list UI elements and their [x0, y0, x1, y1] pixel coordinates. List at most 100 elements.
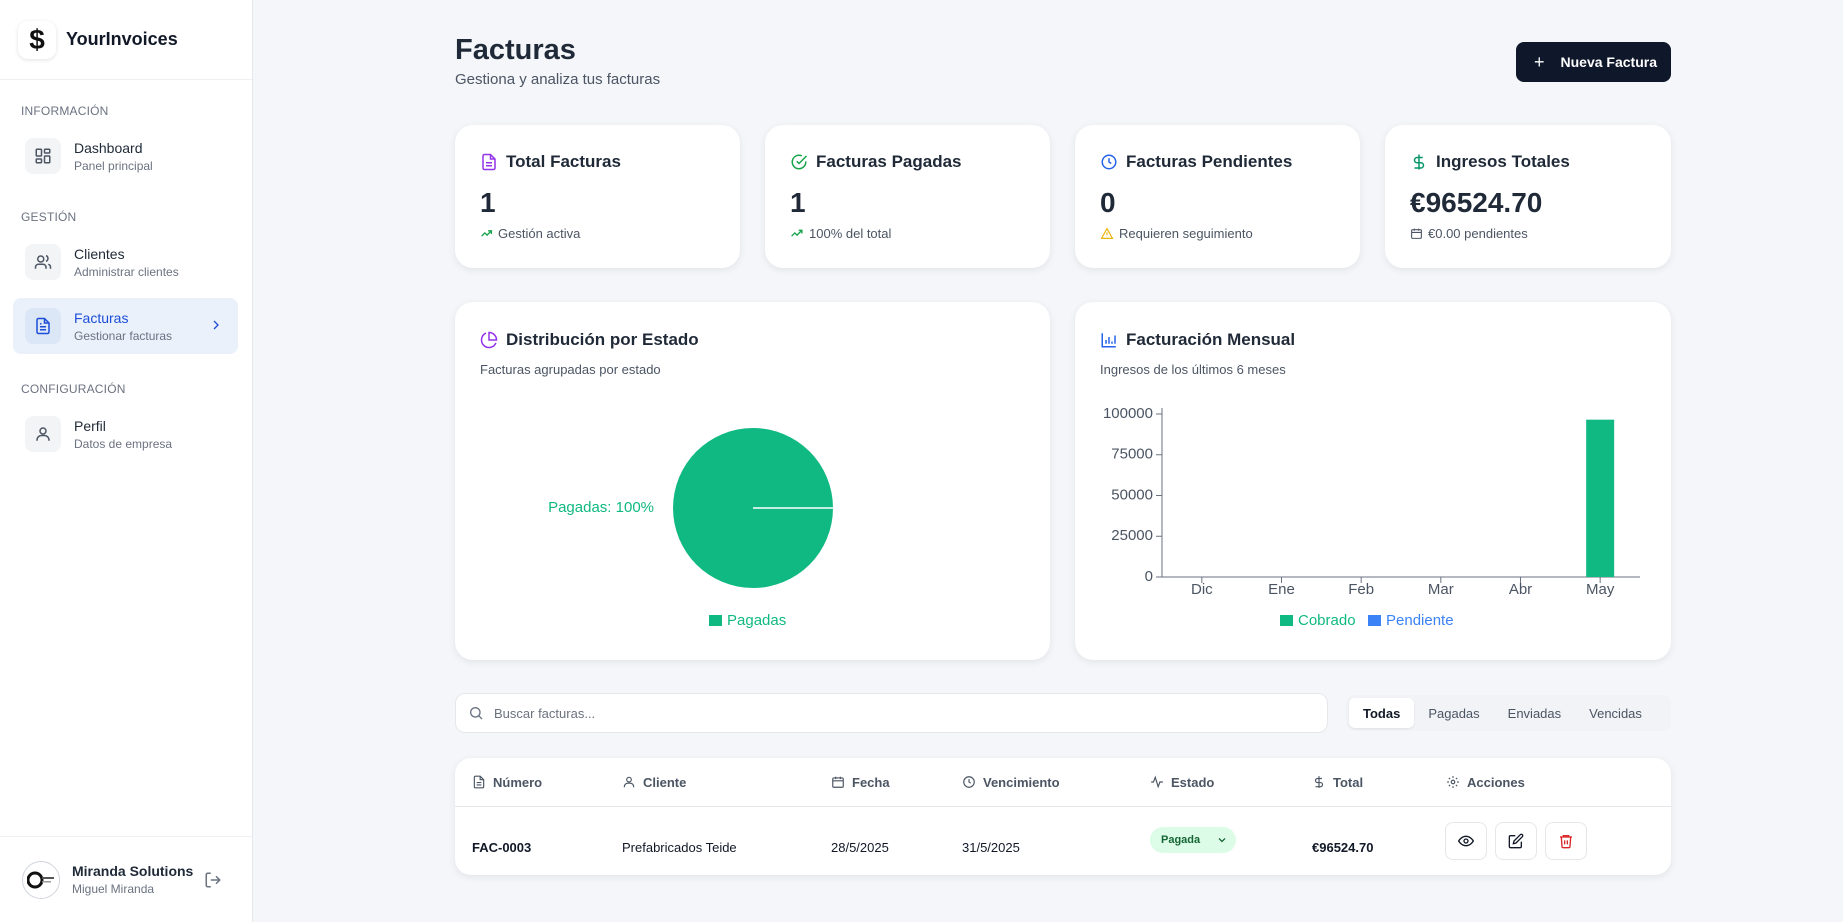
x-tick-label: Feb — [1348, 581, 1374, 598]
logout-icon[interactable] — [204, 871, 222, 889]
nav-section-informacion: INFORMACIÓN — [21, 104, 109, 118]
x-tick-label: Ene — [1268, 581, 1295, 598]
sidebar-item-dashboard[interactable]: Dashboard Panel principal — [13, 128, 238, 184]
legend-swatch-pagadas — [709, 615, 722, 626]
y-tick-label: 100000 — [1103, 405, 1153, 422]
y-tick-label: 75000 — [1111, 446, 1153, 463]
dollar-icon — [1314, 776, 1324, 788]
legend-swatch-pendiente — [1368, 615, 1381, 626]
status-filter-tabs: Todas Pagadas Enviadas Vencidas — [1346, 695, 1671, 731]
sidebar-item-subtitle: Datos de empresa — [74, 436, 173, 451]
user-company: Miranda Solutions — [72, 863, 194, 879]
filter-todas[interactable]: Todas — [1349, 698, 1415, 728]
column-header-acciones: Acciones — [1446, 758, 1525, 806]
user-icon — [623, 776, 635, 788]
user-icon — [25, 416, 61, 452]
stat-card-paid: Facturas Pagadas 1 100% del total — [765, 125, 1050, 268]
delete-button[interactable] — [1545, 822, 1587, 860]
column-header-total[interactable]: Total — [1312, 758, 1363, 806]
stat-title: Facturas Pagadas — [816, 152, 962, 171]
check-circle-icon — [791, 154, 808, 170]
distribution-card: Distribución por Estado Facturas agrupad… — [455, 302, 1050, 660]
trash-icon — [1560, 835, 1572, 849]
status-select[interactable]: Pagada — [1150, 827, 1236, 853]
stat-card-revenue: Ingresos Totales €96524.70 €0.00 pendien… — [1385, 125, 1671, 268]
x-tick-label: May — [1586, 581, 1615, 598]
cell-numero: FAC-0003 — [472, 840, 532, 855]
filter-vencidas[interactable]: Vencidas — [1575, 698, 1656, 728]
column-header-label: Total — [1333, 774, 1364, 790]
column-header-vencimiento[interactable]: Vencimiento — [962, 758, 1060, 806]
legend-label-cobrado: Cobrado — [1298, 612, 1356, 629]
file-icon — [473, 775, 485, 789]
stat-note: Gestión activa — [498, 226, 581, 241]
bar-chart: 0 25000 50000 75000 100000 Dic Ene Feb Mar Abr May… — [1103, 405, 1640, 629]
cell-vencimiento: 31/5/2025 — [962, 840, 1020, 855]
file-text-icon — [25, 308, 61, 344]
dashboard-icon — [25, 138, 61, 174]
y-tick-label: 25000 — [1111, 527, 1153, 544]
legend-label-pendiente: Pendiente — [1386, 612, 1454, 629]
legend-swatch-cobrado — [1280, 615, 1293, 626]
stat-title: Ingresos Totales — [1436, 152, 1570, 171]
stat-value: 0 — [1100, 187, 1116, 218]
column-header-cliente[interactable]: Cliente — [622, 758, 686, 806]
sidebar-item-subtitle: Administrar clientes — [74, 264, 179, 279]
filter-pagadas[interactable]: Pagadas — [1414, 698, 1493, 728]
search-box[interactable] — [455, 693, 1328, 733]
dollar-icon — [1413, 154, 1425, 170]
calendar-icon — [832, 776, 844, 788]
nav-section-gestion: GESTIÓN — [21, 210, 77, 224]
sidebar-item-clientes[interactable]: Clientes Administrar clientes — [13, 234, 238, 290]
legend-label-pagadas: Pagadas — [727, 612, 786, 629]
clock-icon — [1101, 154, 1117, 170]
column-header-label: Estado — [1171, 774, 1215, 790]
settings-icon — [1447, 776, 1459, 788]
page-subtitle: Gestiona y analiza tus facturas — [455, 71, 661, 88]
sidebar-item-subtitle: Gestionar facturas — [74, 328, 173, 343]
edit-button[interactable] — [1495, 822, 1537, 860]
column-header-label: Fecha — [852, 774, 890, 790]
trending-up-icon — [481, 230, 493, 237]
sidebar-item-facturas[interactable]: Facturas Gestionar facturas — [13, 298, 238, 354]
column-header-fecha[interactable]: Fecha — [831, 758, 890, 806]
column-header-estado[interactable]: Estado — [1150, 758, 1214, 806]
invoices-table: Número Cliente Fecha Vencimiento Estado … — [455, 758, 1671, 875]
table-divider — [455, 806, 1671, 807]
column-header-label: Acciones — [1467, 774, 1525, 790]
stat-note: Requieren seguimiento — [1119, 226, 1253, 241]
filter-enviadas[interactable]: Enviadas — [1494, 698, 1575, 728]
chevron-right-icon — [213, 320, 219, 330]
sidebar-item-perfil[interactable]: Perfil Datos de empresa — [13, 406, 238, 462]
users-icon — [25, 244, 61, 280]
stat-card-pending: Facturas Pendientes 0 Requieren seguimie… — [1075, 125, 1360, 268]
y-tick-label: 0 — [1145, 568, 1153, 585]
status-badge: Pagada — [1161, 834, 1201, 846]
alert-triangle-icon — [1100, 227, 1114, 239]
plus-icon: + — [1534, 51, 1545, 72]
stat-note: €0.00 pendientes — [1428, 226, 1528, 241]
company-avatar[interactable] — [22, 860, 60, 899]
y-tick-label: 50000 — [1111, 486, 1153, 503]
activity-icon — [1151, 775, 1163, 789]
cell-cliente: Prefabricados Teide — [622, 840, 737, 855]
stat-card-total: Total Facturas 1 Gestión activa — [455, 125, 740, 268]
x-tick-label: Dic — [1191, 581, 1213, 598]
new-invoice-button[interactable]: + Nueva Factura — [1516, 42, 1671, 82]
cell-total: €96524.70 — [1312, 840, 1374, 855]
sidebar-item-title: Dashboard — [74, 139, 143, 156]
sidebar-item-subtitle: Panel principal — [74, 158, 153, 173]
search-input[interactable] — [494, 705, 1294, 721]
column-header-numero[interactable]: Número — [472, 758, 542, 806]
eye-icon — [1458, 835, 1474, 847]
calendar-icon — [1411, 228, 1422, 239]
bar-cobrado-may[interactable] — [1586, 419, 1615, 577]
cell-fecha: 28/5/2025 — [831, 840, 889, 855]
monthly-card: Facturación Mensual Ingresos de los últi… — [1075, 302, 1671, 660]
user-panel: Miranda Solutions Miguel Miranda — [0, 836, 253, 922]
clock-icon — [963, 776, 975, 788]
sidebar-item-title: Perfil — [74, 417, 106, 434]
new-invoice-label: Nueva Factura — [1560, 54, 1657, 70]
x-tick-label: Abr — [1509, 581, 1532, 598]
view-button[interactable] — [1445, 822, 1487, 860]
